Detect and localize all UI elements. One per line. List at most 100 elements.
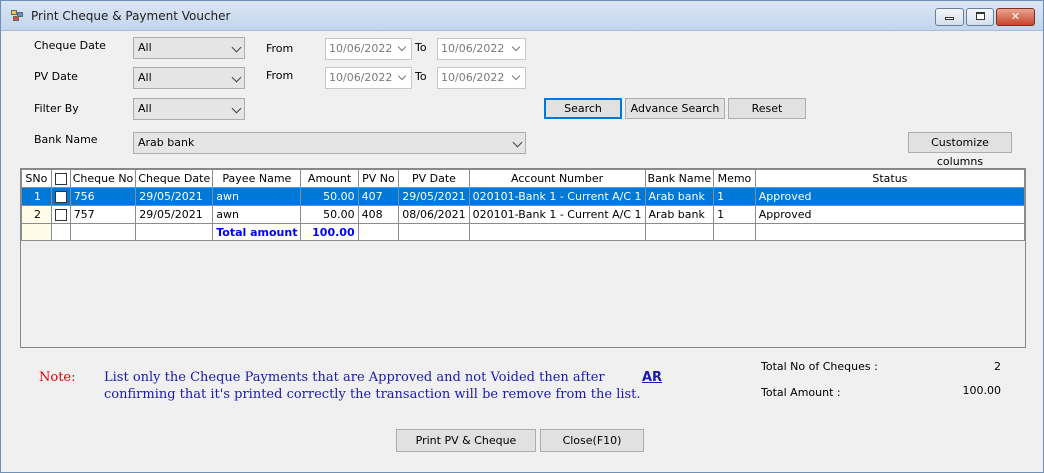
chevron-down-icon [231, 42, 242, 53]
col-status[interactable]: Status [754, 169, 1025, 188]
row-pv-no: 408 [357, 205, 400, 224]
row-pv-no: 407 [357, 187, 400, 206]
maximize-icon [975, 12, 985, 20]
filter-by-value: All [138, 102, 152, 115]
cheque-from-value: 10/06/2022 [329, 42, 393, 55]
pv-from-date[interactable]: 10/06/2022 [325, 67, 412, 89]
table-row[interactable]: 1 756 29/05/2021 awn 50.00 407 29/05/202… [21, 187, 1025, 206]
chevron-down-icon [397, 71, 407, 81]
pv-to-value: 10/06/2022 [441, 71, 505, 84]
cheque-date-select[interactable]: All [133, 37, 245, 59]
pv-from-value: 10/06/2022 [329, 71, 393, 84]
row-sno: 2 [21, 205, 52, 224]
filter-by-label: Filter By [34, 102, 79, 115]
chevron-down-icon [512, 137, 523, 148]
grid-header-row: SNo Cheque No Cheque Date Payee Name Amo… [21, 169, 1025, 188]
cheque-date-value: All [138, 41, 152, 54]
chevron-down-icon [511, 71, 521, 81]
chevron-down-icon [511, 42, 521, 52]
total-amount-summary-label: Total Amount : [761, 386, 841, 399]
total-blank-cell [50, 223, 71, 241]
row-payee: awn [212, 205, 302, 224]
row-amount: 50.00 [300, 205, 359, 224]
total-amount-value: 100.00 [300, 223, 359, 241]
total-blank-cell [713, 223, 756, 241]
chevron-down-icon [231, 72, 242, 83]
col-payee-name[interactable]: Payee Name [212, 169, 302, 188]
total-amount-label: Total amount [212, 223, 302, 241]
total-blank-cell [69, 223, 137, 241]
cheque-table: SNo Cheque No Cheque Date Payee Name Amo… [21, 169, 1025, 241]
pv-to-label: To [415, 70, 427, 83]
cheque-to-label: To [415, 41, 427, 54]
col-pv-no[interactable]: PV No [357, 169, 400, 188]
pv-from-label: From [266, 69, 294, 82]
minimize-button[interactable] [935, 8, 964, 26]
pv-date-value: All [138, 71, 152, 84]
search-button[interactable]: Search [544, 98, 622, 119]
bank-name-select[interactable]: Arab bank [133, 132, 526, 154]
row-payee: awn [212, 187, 302, 206]
advance-search-button[interactable]: Advance Search [625, 98, 725, 119]
total-blank-cell [357, 223, 400, 241]
bank-name-label: Bank Name [34, 133, 98, 146]
col-select-all[interactable] [50, 169, 71, 188]
close-icon: ✕ [1010, 10, 1021, 23]
cheque-date-label: Cheque Date [34, 39, 106, 52]
total-blank-cell [468, 223, 646, 241]
chevron-down-icon [231, 103, 242, 114]
close-window-button[interactable]: ✕ [996, 8, 1035, 26]
total-cheques-value: 2 [994, 360, 1001, 373]
title-bar[interactable]: Print Cheque & Payment Voucher ✕ [1, 1, 1043, 31]
reset-button[interactable]: Reset [728, 98, 806, 119]
row-cheque-no: 756 [69, 187, 137, 206]
chevron-down-icon [397, 42, 407, 52]
row-checkbox[interactable] [54, 209, 67, 221]
window-title: Print Cheque & Payment Voucher [31, 9, 231, 23]
row-memo: 1 [713, 205, 756, 224]
print-pv-cheque-button[interactable]: Print PV & Cheque [396, 429, 536, 452]
close-button[interactable]: Close(F10) [540, 429, 644, 452]
pv-date-select[interactable]: All [133, 67, 245, 89]
cheque-to-date[interactable]: 10/06/2022 [437, 38, 526, 60]
row-status: Approved [754, 205, 1025, 224]
col-cheque-no[interactable]: Cheque No [69, 169, 137, 188]
row-select-cell [50, 187, 71, 206]
row-sno: 1 [21, 187, 52, 206]
row-pv-date: 08/06/2021 [398, 205, 470, 224]
total-blank-cell [754, 223, 1025, 241]
row-bank: Arab bank [644, 187, 715, 206]
row-select-cell [50, 205, 71, 224]
note-label: Note: [39, 370, 76, 385]
table-row[interactable]: 2 757 29/05/2021 awn 50.00 408 08/06/202… [21, 205, 1025, 224]
cheque-grid[interactable]: SNo Cheque No Cheque Date Payee Name Amo… [20, 168, 1026, 348]
filter-by-select[interactable]: All [133, 98, 245, 120]
row-checkbox[interactable] [54, 191, 67, 203]
row-memo: 1 [713, 187, 756, 206]
total-blank-cell [398, 223, 470, 241]
row-account: 020101-Bank 1 - Current A/C 1 [468, 187, 646, 206]
total-row: Total amount 100.00 [21, 223, 1025, 241]
bank-name-value: Arab bank [138, 136, 195, 149]
col-memo[interactable]: Memo [713, 169, 756, 188]
total-amount-summary-value: 100.00 [962, 384, 1002, 397]
row-amount: 50.00 [300, 187, 359, 206]
col-cheque-date[interactable]: Cheque Date [135, 169, 214, 188]
total-cheques-label: Total No of Cheques : [761, 360, 878, 373]
customize-columns-button[interactable]: Customize columns [908, 132, 1012, 168]
app-icon [11, 10, 25, 22]
print-cheque-window: Print Cheque & Payment Voucher ✕ Cheque … [0, 0, 1044, 473]
row-cheque-no: 757 [69, 205, 137, 224]
col-amount[interactable]: Amount [300, 169, 359, 188]
pv-to-date[interactable]: 10/06/2022 [437, 67, 526, 89]
total-blank-cell [644, 223, 715, 241]
col-pv-date[interactable]: PV Date [398, 169, 470, 188]
col-account-number[interactable]: Account Number [468, 169, 646, 188]
cheque-from-date[interactable]: 10/06/2022 [325, 38, 412, 60]
select-all-checkbox[interactable] [54, 173, 67, 185]
col-bank-name[interactable]: Bank Name [644, 169, 715, 188]
maximize-button[interactable] [966, 8, 994, 26]
cheque-to-value: 10/06/2022 [441, 42, 505, 55]
ar-link[interactable]: AR [642, 370, 662, 385]
col-sno[interactable]: SNo [21, 169, 52, 188]
